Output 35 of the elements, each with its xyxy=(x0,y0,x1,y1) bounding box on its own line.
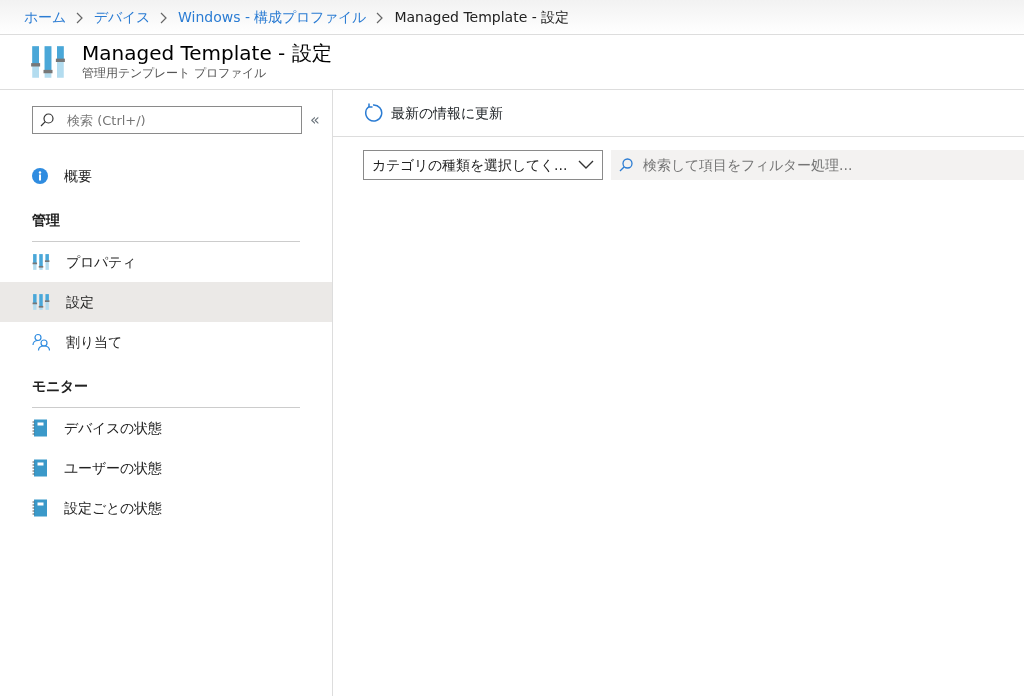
sidebar-item[interactable]: 割り当て xyxy=(0,322,332,362)
sidebar-item[interactable]: 設定 xyxy=(0,282,332,322)
chevron-icon xyxy=(376,11,385,24)
notebook-icon xyxy=(32,419,48,437)
sidebar-item[interactable]: 概要 xyxy=(0,156,332,196)
section-heading: モニター xyxy=(32,376,300,408)
collapse-button[interactable]: « xyxy=(310,108,320,132)
people-icon xyxy=(32,333,50,351)
sidebar-item[interactable]: 設定ごとの状態 xyxy=(0,488,332,528)
sliders-icon xyxy=(32,253,50,271)
section-heading: 管理 xyxy=(32,210,300,242)
sliders-icon xyxy=(32,293,50,311)
chevron-icon xyxy=(160,11,168,24)
search-icon xyxy=(40,113,54,127)
sidebar-item[interactable]: ユーザーの状態 xyxy=(0,448,332,488)
sidebar-item[interactable]: デバイスの状態 xyxy=(0,408,332,448)
chevron-down-icon xyxy=(578,160,594,170)
breadcrumb-current: Managed Template - 設定 xyxy=(394,7,570,27)
notebook-icon xyxy=(32,499,48,517)
page-title: Managed Template - 設定 xyxy=(82,42,332,64)
category-dropdown[interactable]: カテゴリの種類を選択してく... xyxy=(363,150,603,180)
search-field[interactable]: 検索 (Ctrl+/) xyxy=(32,106,302,134)
breadcrumb-link[interactable]: ホーム xyxy=(24,6,66,28)
page-subtitle: 管理用テンプレート プロファイル xyxy=(82,65,267,82)
refresh-icon xyxy=(363,103,383,123)
info-icon xyxy=(32,168,48,184)
refresh-button[interactable]: 最新の情報に更新 xyxy=(363,102,503,124)
chevron-icon xyxy=(76,11,84,24)
breadcrumb-link[interactable]: Windows - 構成プロファイル xyxy=(178,6,367,28)
sliders-icon xyxy=(30,44,66,80)
filter-search-field[interactable]: 検索して項目をフィルター処理... xyxy=(611,150,1024,180)
search-icon xyxy=(619,158,633,172)
breadcrumb-link[interactable]: デバイス xyxy=(94,6,150,28)
sidebar-item[interactable]: プロパティ xyxy=(0,242,332,282)
notebook-icon xyxy=(32,459,48,477)
